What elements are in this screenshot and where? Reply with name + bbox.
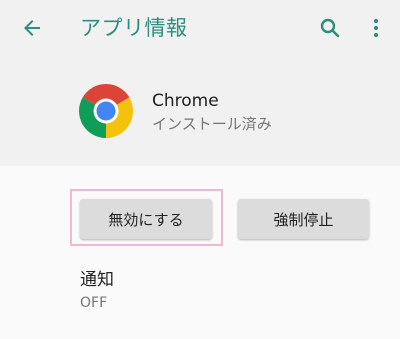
top-app-bar: アプリ情報 (0, 0, 400, 56)
force-stop-button[interactable]: 強制停止 (238, 199, 369, 239)
search-button[interactable] (314, 12, 346, 44)
more-options-button[interactable] (360, 12, 392, 44)
chrome-logo-icon (79, 84, 133, 138)
back-button[interactable] (16, 12, 48, 44)
disable-button[interactable]: 無効にする (80, 199, 212, 239)
notifications-title: 通知 (80, 270, 114, 290)
page-title: アプリ情報 (80, 16, 188, 40)
arrow-left-icon (24, 20, 40, 36)
install-status: インストール済み (152, 115, 272, 133)
more-vertical-icon (373, 18, 379, 38)
app-name: Chrome (152, 91, 219, 111)
app-icon (79, 84, 133, 138)
notifications-value: OFF (80, 295, 108, 311)
notifications-setting[interactable]: 通知 OFF (0, 262, 400, 322)
app-info-screen: アプリ情報 Chrome インストール済み 無効にする 強制停止 通知 OFF (0, 0, 400, 339)
search-icon (320, 18, 340, 38)
